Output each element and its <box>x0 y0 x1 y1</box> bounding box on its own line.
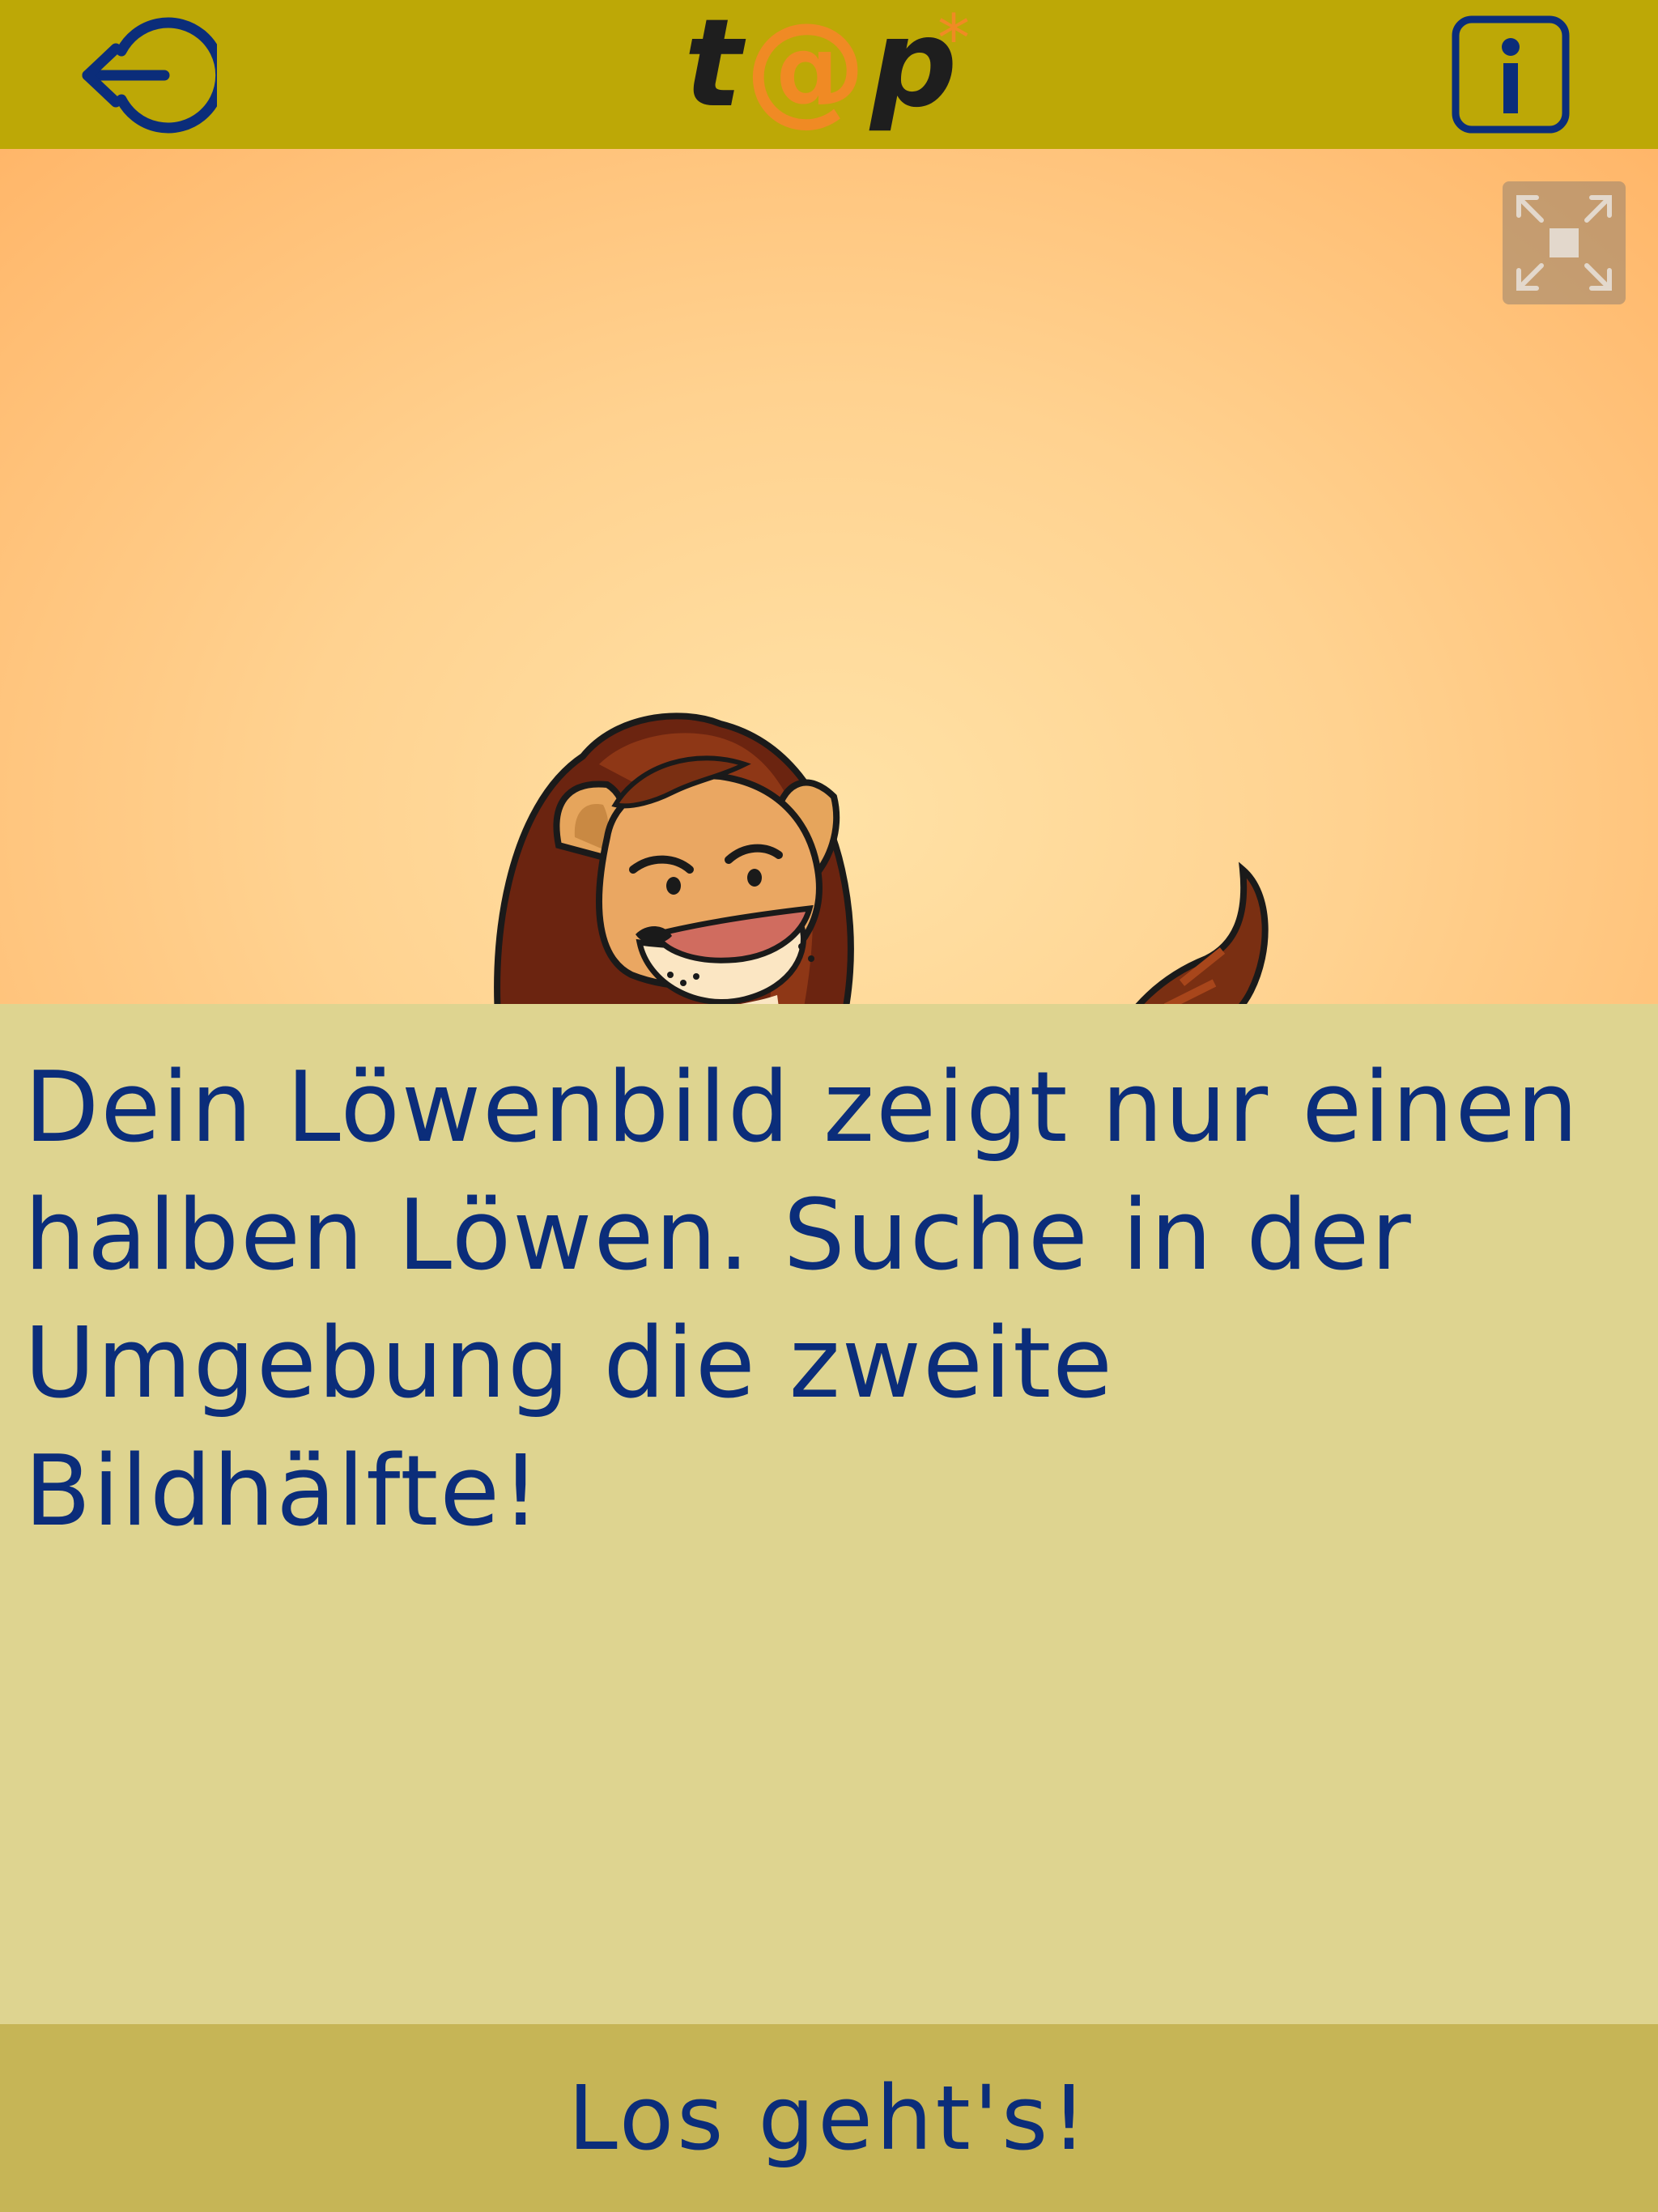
instruction-text: Dein Löwenbild zeigt nur einen halben Lö… <box>24 1052 1580 1548</box>
logout-button[interactable] <box>79 15 227 136</box>
logout-icon <box>82 17 227 134</box>
svg-text:t: t <box>684 8 746 134</box>
fullscreen-icon <box>1516 195 1612 291</box>
fullscreen-button[interactable] <box>1503 181 1626 304</box>
lion-image-area <box>0 149 1658 1004</box>
start-button[interactable]: Los geht's! <box>0 2024 1658 2212</box>
svg-text:*: * <box>937 8 970 76</box>
svg-text:@: @ <box>745 8 866 138</box>
app-screen: t @ p * Dein Löwenbild zeigt nur einen h… <box>0 0 1658 2212</box>
top-bar: t @ p * <box>0 0 1658 149</box>
info-icon <box>1452 15 1570 134</box>
lion-illustration <box>494 713 1269 1004</box>
info-button[interactable] <box>1451 15 1571 134</box>
tap-logo: t @ p * <box>680 0 980 146</box>
